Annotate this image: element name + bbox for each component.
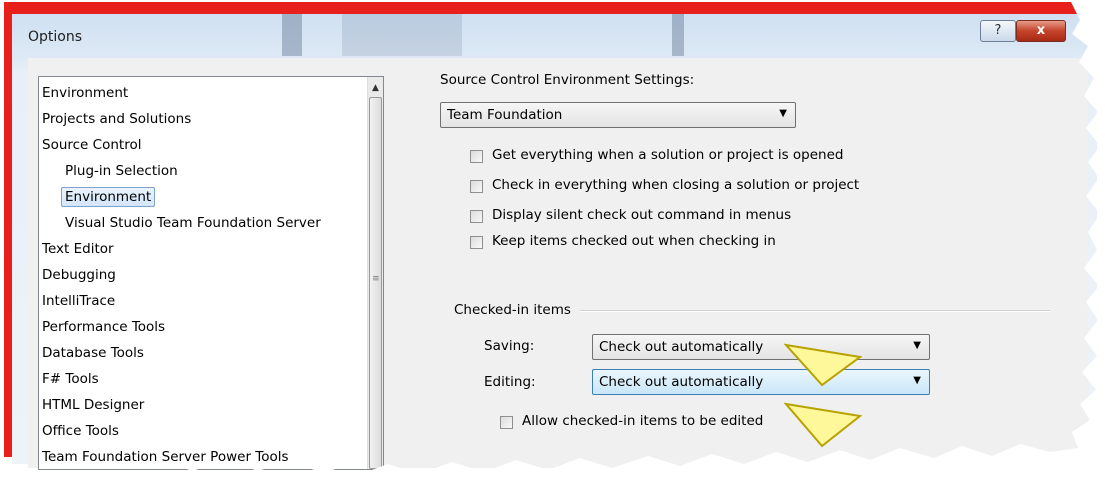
options-dialog: Options ? x ▲ ≡ Environment Projects and …	[12, 14, 1097, 470]
tree-item[interactable]: IntelliTrace	[42, 293, 115, 309]
group-divider	[580, 310, 1050, 312]
get-everything-label: Get everything when a solution or projec…	[492, 147, 844, 163]
tree-item[interactable]: F# Tools	[42, 371, 99, 387]
dialog-client-area: ▲ ≡ Environment Projects and Solutions Sou…	[28, 58, 1088, 470]
display-silent-checkout-checkbox[interactable]	[470, 210, 483, 223]
tree-item[interactable]: Projects and Solutions	[42, 111, 191, 127]
tree-item[interactable]: Environment	[61, 187, 156, 207]
keep-items-checked-out-label: Keep items checked out when checking in	[492, 233, 776, 249]
allow-edit-label: Allow checked-in items to be edited	[522, 413, 764, 429]
check-in-everything-label: Check in everything when closing a solut…	[492, 177, 860, 193]
screenshot-frame: Options ? x ▲ ≡ Environment Projects and …	[0, 0, 1105, 489]
environment-select[interactable]: Team Foundation ▼	[440, 102, 796, 128]
display-silent-checkout-label: Display silent check out command in menu…	[492, 207, 792, 223]
scroll-up-arrow-icon[interactable]: ▲	[372, 83, 379, 93]
allow-edit-checkbox[interactable]	[500, 416, 513, 429]
tree-item[interactable]: Visual Studio Team Foundation Server	[65, 215, 321, 231]
title-bar: Options ? x	[12, 14, 1097, 58]
window-title: Options	[28, 29, 83, 45]
tree-item[interactable]: Office Tools	[42, 423, 119, 439]
background-blur	[342, 14, 462, 56]
tree-item[interactable]: Performance Tools	[42, 319, 165, 335]
options-tree[interactable]: ▲ ≡ Environment Projects and Solutions Sou…	[38, 76, 384, 470]
editing-select-value: Check out automatically	[599, 374, 764, 390]
pointer-callout-icon	[784, 402, 863, 448]
editing-label: Editing:	[484, 374, 536, 390]
tree-item[interactable]: Debugging	[42, 267, 116, 283]
tree-item[interactable]: Database Tools	[42, 345, 144, 361]
dropdown-arrow-icon: ▼	[913, 340, 921, 351]
tree-item[interactable]: Environment	[42, 85, 128, 101]
close-button[interactable]: x	[1016, 20, 1066, 42]
dropdown-arrow-icon: ▼	[779, 108, 787, 119]
tree-item[interactable]: Team Foundation Server Power Tools	[42, 449, 289, 465]
background-blur	[672, 14, 684, 56]
background-blur	[282, 14, 302, 56]
environment-select-value: Team Foundation	[447, 107, 563, 123]
check-in-everything-checkbox[interactable]	[470, 180, 483, 193]
dropdown-arrow-icon: ▼	[913, 375, 921, 386]
saving-select-value: Check out automatically	[599, 339, 764, 355]
checked-in-items-heading: Checked-in items	[454, 302, 571, 318]
tree-item[interactable]: HTML Designer	[42, 397, 144, 413]
get-everything-checkbox[interactable]	[470, 150, 483, 163]
tree-item[interactable]: Source Control	[42, 137, 141, 153]
help-button[interactable]: ?	[980, 20, 1016, 42]
saving-select[interactable]: Check out automatically ▼	[592, 334, 930, 360]
tree-item[interactable]: Text Editor	[42, 241, 114, 257]
tree-item[interactable]: Plug-in Selection	[65, 163, 178, 179]
tree-scrollbar[interactable]: ▲ ≡	[367, 77, 383, 469]
editing-select[interactable]: Check out automatically ▼	[592, 369, 930, 395]
saving-label: Saving:	[484, 338, 535, 354]
keep-items-checked-out-checkbox[interactable]	[470, 236, 483, 249]
pointer-callout-icon	[784, 343, 863, 387]
settings-heading: Source Control Environment Settings:	[440, 72, 695, 88]
scroll-grip-icon: ≡	[372, 274, 380, 284]
